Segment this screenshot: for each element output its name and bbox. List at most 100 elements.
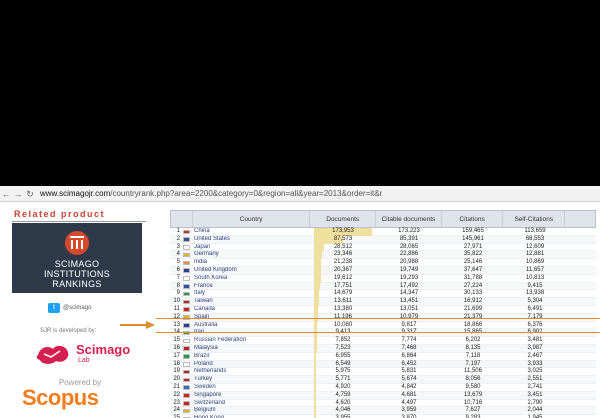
documents-bar xyxy=(314,344,317,353)
header-citable-documents[interactable]: Citable documents xyxy=(376,211,442,227)
country-link[interactable]: Malaysia xyxy=(192,345,310,352)
citations-cell: 7,627 xyxy=(465,407,481,414)
country-link[interactable]: Australia xyxy=(192,322,310,329)
country-link[interactable]: Sweden xyxy=(192,384,310,391)
documents-value: 4,920 xyxy=(335,383,351,390)
extra-cell xyxy=(566,298,596,305)
rank-cell: 2 xyxy=(176,235,180,242)
rank-cell: 1 xyxy=(176,228,180,234)
extra-cell xyxy=(566,228,596,235)
scimago-lab-logo[interactable]: Scimago Lab xyxy=(30,340,140,366)
country-link[interactable]: Germany xyxy=(192,251,310,258)
extra-cell xyxy=(566,236,596,243)
country-link[interactable]: United States xyxy=(192,236,310,243)
rank-cell: 4 xyxy=(176,251,180,258)
country-link[interactable]: Japan xyxy=(192,244,310,251)
country-link[interactable]: Russian Federation xyxy=(192,337,310,344)
extra-cell xyxy=(566,407,596,414)
documents-cell: 14,679 xyxy=(310,290,376,299)
citations-cell: 9,580 xyxy=(465,383,481,390)
flag-cell xyxy=(182,283,192,290)
country-link[interactable]: Poland xyxy=(192,361,310,368)
country-link[interactable]: Taiwan xyxy=(192,298,310,305)
citations-cell: 25,146 xyxy=(463,259,483,266)
flag-cell xyxy=(182,368,192,375)
citations-cell: 6,202 xyxy=(465,337,481,344)
rank-cell: 20 xyxy=(173,376,180,383)
reload-icon[interactable]: ↻ xyxy=(24,186,36,202)
self-citations-cell: 6,491 xyxy=(527,305,543,312)
header-country[interactable]: Country xyxy=(193,211,311,227)
country-link[interactable]: Turkey xyxy=(192,376,310,383)
country-link[interactable]: Italy xyxy=(192,290,310,297)
header-self-citations[interactable]: Self-Citations xyxy=(503,211,566,227)
url-field[interactable]: www.scimagojr.com/countryrank.php?area=2… xyxy=(40,188,600,200)
table-row: 23 Switzerland 4,620 4,497 10,716 2,790 xyxy=(170,399,596,408)
country-link[interactable]: Netherlands xyxy=(192,368,310,375)
country-link[interactable]: Brazil xyxy=(192,353,310,360)
header-documents[interactable]: Documents xyxy=(310,211,377,227)
documents-value: 7,523 xyxy=(335,344,351,351)
header-more xyxy=(565,211,595,227)
documents-cell: 7,523 xyxy=(310,344,376,353)
documents-value: 20,367 xyxy=(333,266,353,273)
documents-cell: 5,771 xyxy=(310,376,376,384)
header-citations[interactable]: Citations xyxy=(442,211,504,227)
country-link[interactable]: India xyxy=(192,259,310,266)
table-row: 8 France 17,751 17,492 27,224 9,415 xyxy=(170,282,596,291)
citations-cell: 16,912 xyxy=(463,298,483,305)
documents-cell: 20,367 xyxy=(310,266,376,275)
country-link[interactable]: Singapore xyxy=(192,392,310,399)
citable-cell: 5,674 xyxy=(401,376,417,383)
extra-cell xyxy=(566,275,596,282)
citations-cell: 18,866 xyxy=(463,321,483,328)
rank-cell: 19 xyxy=(173,368,180,375)
rank-cell: 23 xyxy=(173,399,180,406)
citable-cell: 7,468 xyxy=(401,344,417,351)
documents-cell: 23,346 xyxy=(310,251,376,260)
country-link[interactable]: United Kingdom xyxy=(192,267,310,274)
citations-cell: 37,647 xyxy=(463,266,483,273)
documents-value: 5,771 xyxy=(335,376,351,383)
back-icon[interactable]: ← xyxy=(0,186,12,202)
citable-cell: 4,681 xyxy=(401,391,417,398)
documents-cell: 87,573 xyxy=(310,235,376,244)
extra-cell xyxy=(566,244,596,251)
country-link[interactable]: Belgium xyxy=(192,407,310,414)
documents-bar xyxy=(314,391,316,400)
documents-bar xyxy=(314,383,316,392)
extra-cell xyxy=(566,337,596,344)
country-link[interactable]: Switzerland xyxy=(192,400,310,407)
table-row: 21 Sweden 4,920 4,842 9,580 2,741 xyxy=(170,383,596,392)
documents-value: 23,346 xyxy=(333,251,353,258)
country-link[interactable]: South Korea xyxy=(192,275,310,282)
country-link[interactable]: China xyxy=(192,228,310,235)
table-row: 16 Malaysia 7,523 7,468 8,135 3,987 xyxy=(170,344,596,353)
citable-cell: 19,293 xyxy=(399,274,419,281)
table-row: 2 United States 87,573 85,391 145,961 68,553 xyxy=(170,235,596,244)
country-link[interactable]: France xyxy=(192,283,310,290)
citable-cell: 20,988 xyxy=(399,259,419,266)
citations-cell: 8,135 xyxy=(465,344,481,351)
country-flag-icon xyxy=(183,323,190,328)
flag-cell xyxy=(182,353,192,360)
documents-bar xyxy=(314,368,316,377)
extra-cell xyxy=(566,251,596,258)
forward-icon[interactable]: → xyxy=(12,186,24,202)
scopus-logo[interactable]: Scopus xyxy=(22,385,99,411)
self-citations-cell: 2,551 xyxy=(527,376,543,383)
self-citations-cell: 13,938 xyxy=(525,290,545,297)
citations-cell: 27,224 xyxy=(463,282,483,289)
url-domain: www.scimagojr.com xyxy=(40,188,111,198)
table-row: 13 Australia 10,080 9,817 18,866 6,376 xyxy=(170,321,596,330)
flag-cell xyxy=(182,244,192,251)
documents-cell: 28,512 xyxy=(310,243,376,252)
citations-cell: 7,118 xyxy=(465,352,481,359)
highlight-line-top xyxy=(156,318,600,319)
twitter-link[interactable]: t @scimago xyxy=(48,303,91,313)
institution-building-icon xyxy=(65,231,89,255)
country-flag-icon xyxy=(183,401,190,406)
scimago-institutions-rankings-banner[interactable]: SCIMAGO INSTITUTIONS RANKINGS xyxy=(12,223,142,293)
country-link[interactable]: Canada xyxy=(192,306,310,313)
country-flag-icon xyxy=(183,291,190,297)
